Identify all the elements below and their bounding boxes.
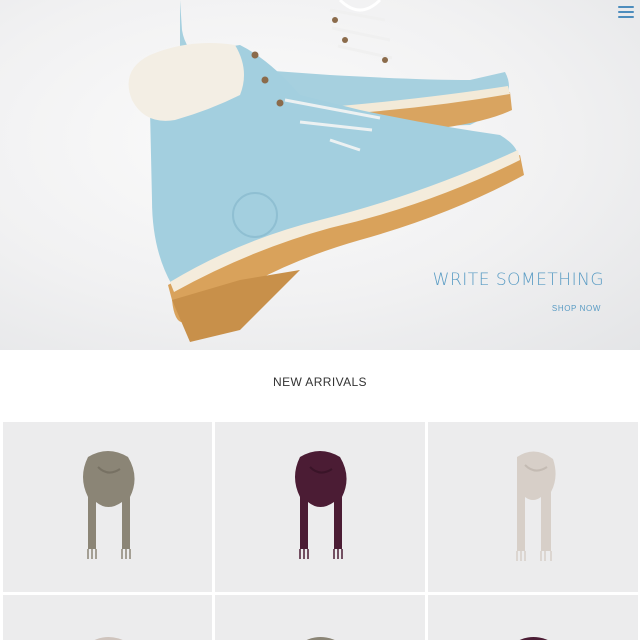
product-tile-plum-scarf[interactable]: [428, 595, 638, 640]
product-tile-olive-scarf[interactable]: [215, 595, 425, 640]
hero-title: WRITE SOMETHING: [432, 270, 604, 290]
plum-scarf-image: [519, 637, 548, 640]
menu-line: [618, 16, 634, 18]
shop-now-link[interactable]: SHOP NOW: [552, 304, 601, 313]
product-tile-taupe-scarf[interactable]: [3, 595, 212, 640]
menu-line: [618, 6, 634, 8]
hero-banner: WRITE SOMETHING SHOP NOW: [0, 0, 640, 350]
product-tile-olive-scarf[interactable]: [3, 422, 212, 592]
hamburger-menu-icon[interactable]: [618, 6, 634, 20]
olive-scarf-image: [82, 451, 135, 559]
cream-scarf-image: [516, 451, 556, 561]
olive-scarf-image: [306, 637, 335, 640]
taupe-scarf-image: [94, 637, 122, 640]
hero-boots-image: [128, 0, 524, 342]
new-arrivals-heading: NEW ARRIVALS: [273, 375, 367, 389]
product-tile-cream-scarf[interactable]: [428, 422, 638, 592]
product-grid: [0, 420, 640, 640]
product-tile-plum-scarf[interactable]: [215, 422, 425, 592]
menu-line: [618, 11, 634, 13]
plum-scarf-image: [295, 451, 347, 559]
